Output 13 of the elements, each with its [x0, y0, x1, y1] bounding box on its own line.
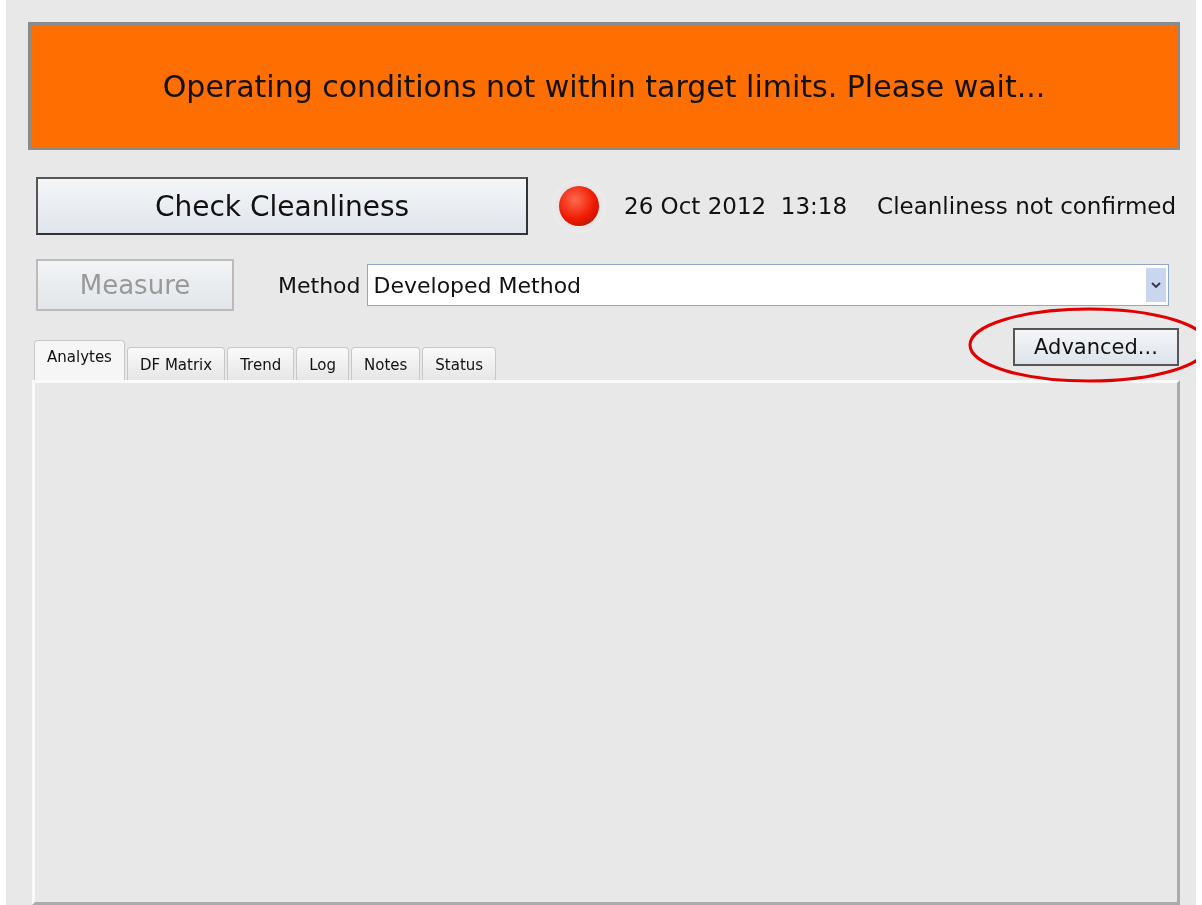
method-dropdown[interactable]: Developed Method [366, 264, 1169, 306]
warning-banner: Operating conditions not within target limits. Please wait... [28, 22, 1180, 150]
status-text: Cleanliness not confirmed [877, 193, 1177, 219]
tab[interactable]: Status [422, 347, 497, 380]
check-cleanliness-button[interactable]: Check Cleanliness [36, 177, 528, 235]
tab[interactable]: Log [296, 347, 349, 380]
timestamp: 26 Oct 2012 13:18 [624, 193, 848, 219]
tab[interactable]: Notes [351, 347, 421, 380]
tab[interactable]: DF Matrix [126, 347, 226, 380]
advanced-button[interactable]: Advanced... [1013, 328, 1179, 366]
method-label: Method [278, 272, 361, 298]
tab[interactable]: Trend [227, 347, 295, 380]
tab[interactable]: Analytes [34, 340, 125, 380]
